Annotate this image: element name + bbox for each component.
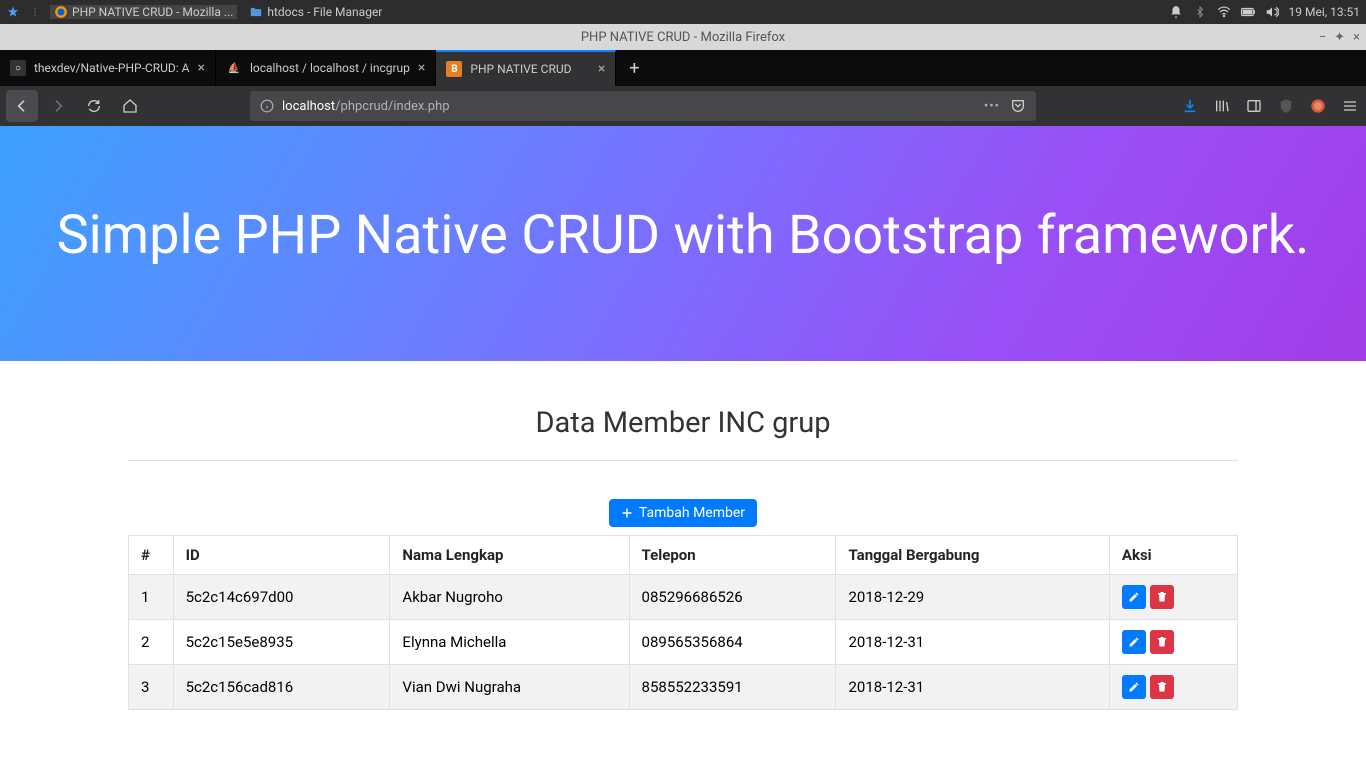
cell-id: 5c2c15e5e8935 [173, 620, 390, 665]
folder-icon [249, 5, 263, 19]
new-tab-button[interactable]: + [616, 58, 652, 79]
info-icon[interactable] [260, 99, 274, 113]
downloads-icon[interactable] [1180, 96, 1200, 116]
taskbar-item-label: PHP NATIVE CRUD - Mozilla ... [72, 5, 233, 19]
tab-close-icon[interactable]: × [598, 61, 605, 77]
menu-icon[interactable] [1340, 96, 1360, 116]
minimize-icon[interactable]: − [1319, 30, 1326, 45]
os-menu-icon[interactable] [6, 5, 20, 19]
tab-title: PHP NATIVE CRUD [470, 62, 590, 76]
page-actions-icon[interactable]: ••• [984, 99, 1000, 114]
browser-tab[interactable]: ⛵ localhost / localhost / incgrup × [216, 50, 436, 86]
cell-num: 3 [129, 665, 174, 710]
home-button[interactable] [114, 90, 146, 122]
tab-close-icon[interactable]: × [198, 60, 205, 76]
edit-button[interactable] [1122, 675, 1146, 699]
col-header-name: Nama Lengkap [390, 536, 629, 575]
ublock-icon[interactable] [1276, 96, 1296, 116]
taskbar-item-label: htdocs - File Manager [267, 5, 382, 19]
github-icon: ○ [10, 60, 26, 76]
notification-icon[interactable] [1169, 5, 1183, 19]
browser-tab[interactable]: ○ thexdev/Native-PHP-CRUD: A × [0, 50, 216, 86]
hero-title: Simple PHP Native CRUD with Bootstrap fr… [20, 201, 1346, 271]
volume-icon[interactable] [1265, 5, 1279, 19]
cell-date: 2018-12-31 [836, 665, 1109, 710]
tab-close-icon[interactable]: × [418, 60, 425, 76]
url-bar[interactable]: localhost/phpcrud/index.php ••• [250, 91, 1036, 121]
cell-id: 5c2c156cad816 [173, 665, 390, 710]
cell-tel: 089565356864 [629, 620, 836, 665]
table-row: 35c2c156cad816Vian Dwi Nugraha8585522335… [129, 665, 1238, 710]
cell-name: Vian Dwi Nugraha [390, 665, 629, 710]
cell-name: Akbar Nugroho [390, 575, 629, 620]
library-icon[interactable] [1212, 96, 1232, 116]
maximize-icon[interactable]: ✦ [1334, 30, 1345, 45]
cell-aksi [1109, 620, 1237, 665]
edit-button[interactable] [1122, 585, 1146, 609]
reload-button[interactable] [78, 90, 110, 122]
browser-toolbar: localhost/phpcrud/index.php ••• [0, 86, 1366, 126]
cell-id: 5c2c14c697d00 [173, 575, 390, 620]
pocket-icon[interactable] [1010, 98, 1026, 114]
os-clock[interactable]: 19 Mei, 13:51 [1289, 5, 1360, 19]
cell-aksi [1109, 575, 1237, 620]
cell-tel: 858552233591 [629, 665, 836, 710]
taskbar-item-firefox[interactable]: PHP NATIVE CRUD - Mozilla ... [50, 5, 237, 19]
close-icon[interactable]: × [1353, 30, 1360, 45]
col-header-num: # [129, 536, 174, 575]
browser-tab-active[interactable]: B PHP NATIVE CRUD × [436, 50, 616, 86]
divider [128, 460, 1238, 461]
col-header-tel: Telepon [629, 536, 836, 575]
table-row: 15c2c14c697d00Akbar Nugroho0852966865262… [129, 575, 1238, 620]
tab-title: thexdev/Native-PHP-CRUD: A [34, 61, 190, 75]
edit-button[interactable] [1122, 630, 1146, 654]
window-titlebar: PHP NATIVE CRUD - Mozilla Firefox − ✦ × [0, 24, 1366, 50]
plus-icon [621, 507, 633, 519]
browser-tabstrip: ○ thexdev/Native-PHP-CRUD: A × ⛵ localho… [0, 50, 1366, 86]
forward-button[interactable] [42, 90, 74, 122]
members-table: # ID Nama Lengkap Telepon Tanggal Bergab… [128, 535, 1238, 710]
tab-title: localhost / localhost / incgrup [250, 61, 410, 75]
phpmyadmin-icon: ⛵ [226, 60, 242, 76]
os-taskbar: ⁝ PHP NATIVE CRUD - Mozilla ... htdocs -… [0, 0, 1366, 24]
page-viewport: Simple PHP Native CRUD with Bootstrap fr… [0, 126, 1366, 768]
bootstrap-icon: B [446, 61, 462, 77]
back-button[interactable] [6, 90, 38, 122]
hero-banner: Simple PHP Native CRUD with Bootstrap fr… [0, 126, 1366, 361]
battery-icon[interactable] [1241, 5, 1255, 19]
duckduckgo-icon[interactable] [1308, 96, 1328, 116]
firefox-icon [54, 5, 68, 19]
delete-button[interactable] [1150, 585, 1174, 609]
add-member-button[interactable]: Tambah Member [609, 499, 757, 527]
col-header-date: Tanggal Bergabung [836, 536, 1109, 575]
cell-date: 2018-12-29 [836, 575, 1109, 620]
wifi-icon[interactable] [1217, 5, 1231, 19]
cell-num: 1 [129, 575, 174, 620]
col-header-id: ID [173, 536, 390, 575]
section-title: Data Member INC grup [128, 406, 1238, 440]
cell-date: 2018-12-31 [836, 620, 1109, 665]
bluetooth-icon[interactable] [1193, 5, 1207, 19]
window-title: PHP NATIVE CRUD - Mozilla Firefox [581, 30, 785, 45]
add-member-label: Tambah Member [639, 505, 745, 521]
cell-num: 2 [129, 620, 174, 665]
cell-name: Elynna Michella [390, 620, 629, 665]
taskbar-item-filemanager[interactable]: htdocs - File Manager [245, 5, 386, 19]
cell-aksi [1109, 665, 1237, 710]
table-row: 25c2c15e5e8935Elynna Michella08956535686… [129, 620, 1238, 665]
url-text: localhost/phpcrud/index.php [282, 99, 450, 114]
delete-button[interactable] [1150, 630, 1174, 654]
separator-icon: ⁝ [28, 5, 42, 19]
sidebar-icon[interactable] [1244, 96, 1264, 116]
delete-button[interactable] [1150, 675, 1174, 699]
col-header-aksi: Aksi [1109, 536, 1237, 575]
cell-tel: 085296686526 [629, 575, 836, 620]
